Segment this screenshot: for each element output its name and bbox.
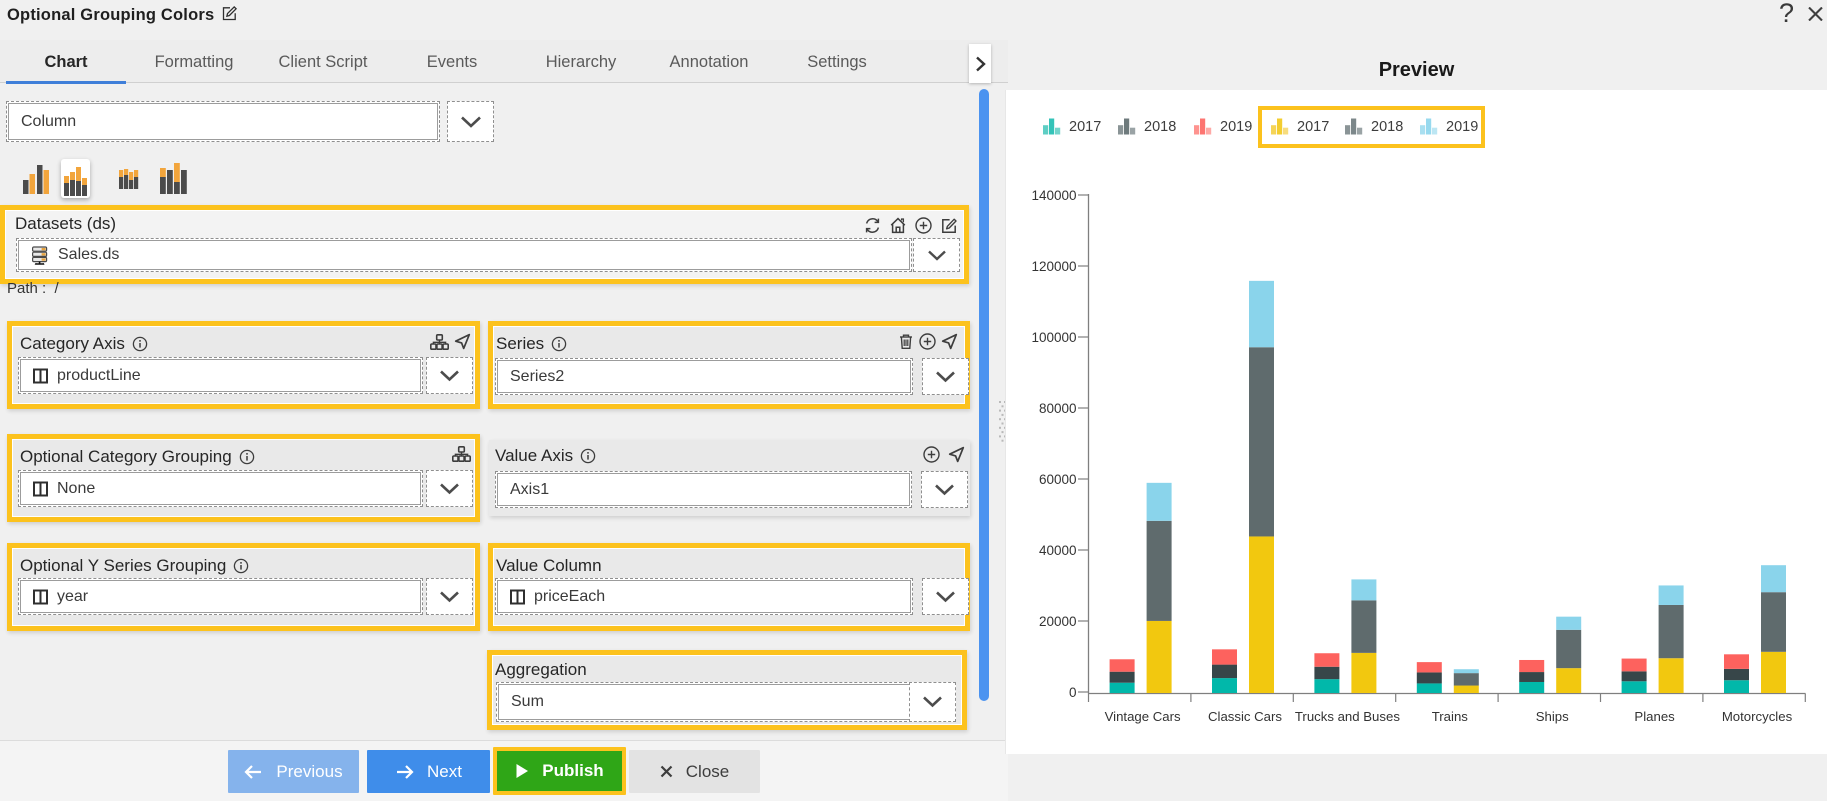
svg-text:120000: 120000 [1031, 259, 1076, 274]
svg-text:0: 0 [1069, 685, 1077, 700]
svg-text:Motorcycles: Motorcycles [1722, 709, 1793, 724]
svg-text:60000: 60000 [1039, 472, 1077, 487]
svg-text:40000: 40000 [1039, 543, 1077, 558]
svg-text:Classic Cars: Classic Cars [1208, 709, 1282, 724]
svg-text:Trains: Trains [1432, 709, 1469, 724]
svg-text:140000: 140000 [1031, 188, 1076, 203]
svg-text:Planes: Planes [1634, 709, 1675, 724]
svg-text:Trucks and Buses: Trucks and Buses [1295, 709, 1400, 724]
svg-text:Ships: Ships [1536, 709, 1569, 724]
svg-text:100000: 100000 [1031, 330, 1076, 345]
svg-text:Vintage Cars: Vintage Cars [1105, 709, 1181, 724]
svg-text:80000: 80000 [1039, 401, 1077, 416]
svg-text:20000: 20000 [1039, 614, 1077, 629]
